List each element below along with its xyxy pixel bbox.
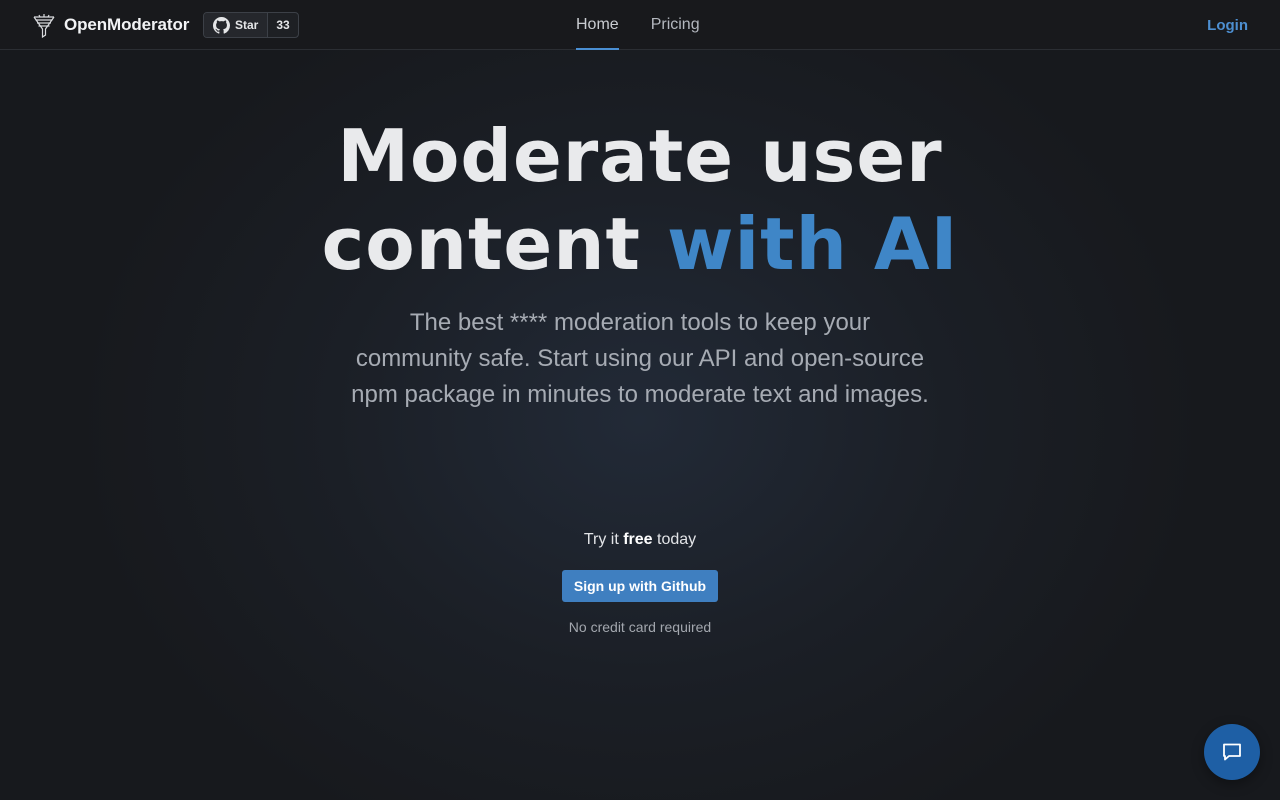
nav-tab-pricing[interactable]: Pricing <box>651 0 700 50</box>
brand-name: OpenModerator <box>64 15 190 34</box>
top-navbar: OpenModerator Star 33 Home Pricing Login <box>0 0 1280 50</box>
funnel-logo-icon <box>33 14 55 38</box>
chat-widget-button[interactable] <box>1204 724 1260 780</box>
nav-tab-home[interactable]: Home <box>576 0 619 50</box>
login-link[interactable]: Login <box>1207 0 1248 50</box>
brand-link[interactable]: OpenModerator <box>32 12 189 38</box>
hero-title: Moderate user content with AI <box>0 112 1280 288</box>
no-credit-card-note: No credit card required <box>568 619 712 635</box>
github-star-button[interactable]: Star <box>204 13 269 37</box>
hero-title-line1: Moderate user <box>337 114 943 198</box>
signup-github-button[interactable]: Sign up with Github <box>562 570 718 602</box>
hero-subtitle: The best **** moderation tools to keep y… <box>351 309 929 408</box>
main-nav: Home Pricing <box>576 0 700 50</box>
github-star-count[interactable]: 33 <box>268 13 297 37</box>
chat-bubble-icon <box>1223 743 1241 761</box>
try-suffix: today <box>652 531 697 548</box>
github-star-label: Star <box>235 18 259 32</box>
try-free-text: Try it free today <box>0 531 1280 549</box>
github-star-widget[interactable]: Star 33 <box>203 12 299 38</box>
try-bold: free <box>623 531 653 548</box>
try-prefix: Try it <box>583 531 624 548</box>
hero-title-accent: with AI <box>666 202 959 286</box>
hero-title-line2: content <box>321 202 667 286</box>
github-icon <box>213 16 230 34</box>
